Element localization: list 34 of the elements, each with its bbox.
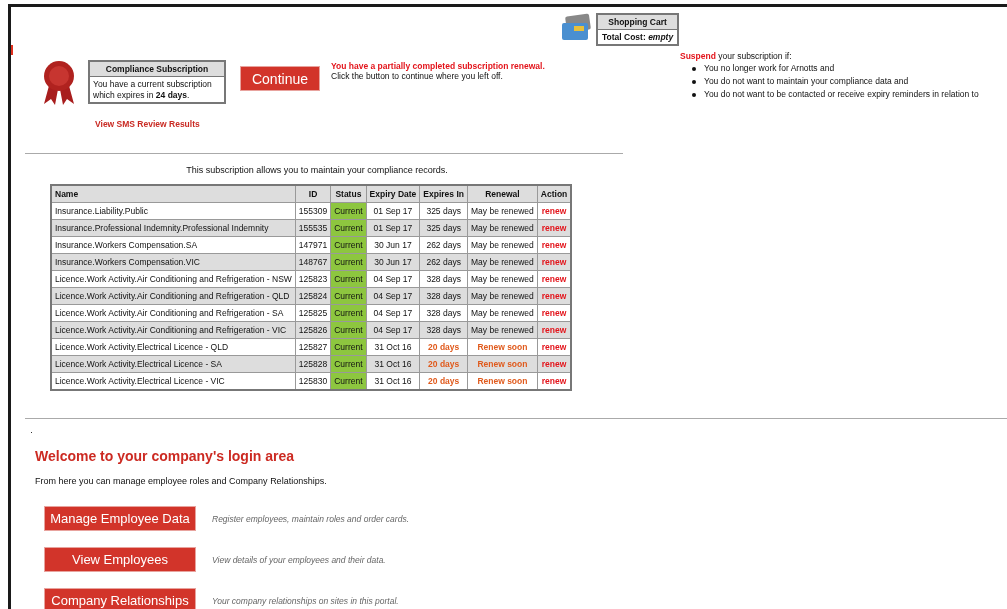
bullet-icon <box>692 92 696 97</box>
suspend-intro: Suspend your subscription if: <box>680 50 793 63</box>
column-header: Renewal <box>467 185 538 203</box>
edge-mark <box>11 45 13 55</box>
subscription-title: Compliance Subscription <box>105 64 209 74</box>
action-description: Your company relationships on sites in this portal. <box>212 595 399 606</box>
suspend-reason: You do not want to maintain your compliance data and <box>704 75 909 89</box>
cost-label: Total Cost: <box>602 32 646 42</box>
column-header: Action <box>537 185 572 203</box>
column-header: Expires In <box>419 185 468 203</box>
sms-results-link[interactable]: View SMS Review Results <box>95 119 200 129</box>
cost-value: empty <box>648 32 674 42</box>
column-header: Status <box>330 185 367 203</box>
action-description: View details of your employees and their data. <box>212 554 386 565</box>
continue-button[interactable]: Continue <box>240 66 320 91</box>
bullet-icon <box>692 79 696 84</box>
column-header: Expiry Date <box>366 185 420 203</box>
column-header: ID <box>295 185 331 203</box>
action-description: Register employees, maintain roles and order cards. <box>212 513 409 524</box>
table-caption: This subscription allows you to maintain your compliance records. <box>186 165 448 175</box>
bullet-icon <box>692 66 696 71</box>
renewal-text: Click the button to continue where you left off. <box>331 71 504 82</box>
column-header: Name <box>51 185 296 203</box>
welcome-heading: Welcome to your company's login area <box>35 448 296 464</box>
subscription-text: You have a current subscription which expires in 24 days. <box>92 78 213 102</box>
cart-title: Shopping Cart <box>608 17 667 27</box>
suspend-reason: You no longer work for Arnotts and <box>704 62 835 76</box>
action-button[interactable]: View Employees <box>44 547 196 572</box>
credit-cards-icon <box>560 13 592 43</box>
welcome-text: From here you can manage employee roles and Company Relationships. <box>35 476 328 486</box>
action-button[interactable]: Company Relationships <box>44 588 196 609</box>
renewal-headline: You have a partially completed subscription renewal. <box>331 61 545 72</box>
suspend-reason: You do not want to be contacted or receive expiry reminders in relation to <box>704 88 979 102</box>
action-button[interactable]: Manage Employee Data <box>44 506 196 531</box>
